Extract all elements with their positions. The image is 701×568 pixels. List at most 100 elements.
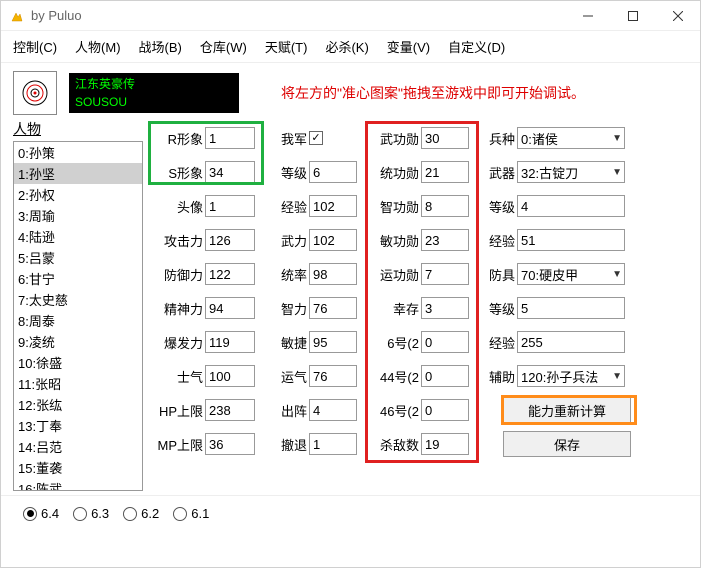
my-army-label: 我军	[267, 129, 307, 148]
list-item[interactable]: 4:陆逊	[14, 226, 142, 247]
main-area: 人物 0:孙策1:孙坚2:孙权3:周瑜4:陆逊5:吕蒙6:甘宁7:太史慈8:周泰…	[1, 119, 700, 495]
list-item[interactable]: 16:陈武	[14, 478, 142, 491]
sortie-input[interactable]	[309, 399, 357, 421]
menu-talent[interactable]: 天赋(T)	[265, 37, 308, 56]
crosshair-target[interactable]	[13, 71, 57, 115]
my-army-checkbox[interactable]: ✓	[309, 131, 323, 145]
list-item[interactable]: 7:太史慈	[14, 289, 142, 310]
list-item[interactable]: 2:孙权	[14, 184, 142, 205]
list-item[interactable]: 1:孙坚	[14, 163, 142, 184]
armor-label: 防具	[479, 265, 515, 284]
level-input[interactable]	[309, 161, 357, 183]
intel-label: 智力	[267, 299, 307, 318]
app-icon	[9, 8, 25, 24]
maximize-button[interactable]	[610, 1, 655, 31]
list-item[interactable]: 15:董袭	[14, 457, 142, 478]
survive-input[interactable]	[421, 297, 469, 319]
slot44-label: 44号(2	[367, 367, 419, 386]
level-label: 等级	[267, 163, 307, 182]
zhi-merit-label: 智功勋	[367, 197, 419, 216]
luck-input[interactable]	[309, 365, 357, 387]
kills-input[interactable]	[421, 433, 469, 455]
menu-character[interactable]: 人物(M)	[75, 37, 121, 56]
mp-max-input[interactable]	[205, 433, 255, 455]
list-item[interactable]: 3:周瑜	[14, 205, 142, 226]
tong-merit-input[interactable]	[421, 161, 469, 183]
hp-max-input[interactable]	[205, 399, 255, 421]
window-title: by Puluo	[31, 8, 565, 23]
armor-exp-input[interactable]	[517, 331, 625, 353]
defense-label: 防御力	[151, 265, 203, 284]
min-merit-input[interactable]	[421, 229, 469, 251]
game-info-panel: 江东英豪传 SOUSOU	[69, 73, 239, 113]
wu-merit-label: 武功勋	[367, 129, 419, 148]
radio-6-1[interactable]: 6.1	[173, 506, 209, 521]
r-image-input[interactable]	[205, 127, 255, 149]
armor-select[interactable]: 70:硬皮甲▼	[517, 263, 625, 285]
assist-select[interactable]: 120:孙子兵法▼	[517, 365, 625, 387]
slot6-input[interactable]	[421, 331, 469, 353]
radio-6-3[interactable]: 6.3	[73, 506, 109, 521]
portrait-input[interactable]	[205, 195, 255, 217]
exp-input[interactable]	[309, 195, 357, 217]
troop-select[interactable]: 0:诸侯▼	[517, 127, 625, 149]
list-item[interactable]: 8:周泰	[14, 310, 142, 331]
agility-input[interactable]	[309, 331, 357, 353]
save-button[interactable]: 保存	[503, 431, 631, 457]
list-item[interactable]: 14:吕范	[14, 436, 142, 457]
armor-level-input[interactable]	[517, 297, 625, 319]
menu-battlefield[interactable]: 战场(B)	[139, 37, 182, 56]
slot46-input[interactable]	[421, 399, 469, 421]
minimize-button[interactable]	[565, 1, 610, 31]
menu-variable[interactable]: 变量(V)	[387, 37, 430, 56]
close-button[interactable]	[655, 1, 700, 31]
list-item[interactable]: 10:徐盛	[14, 352, 142, 373]
yun-merit-input[interactable]	[421, 263, 469, 285]
recalc-button[interactable]: 能力重新计算	[503, 397, 631, 423]
exp-label: 经验	[267, 197, 307, 216]
weapon-exp-input[interactable]	[517, 229, 625, 251]
defense-input[interactable]	[205, 263, 255, 285]
menu-warehouse[interactable]: 仓库(W)	[200, 37, 247, 56]
intel-input[interactable]	[309, 297, 357, 319]
people-listbox[interactable]: 0:孙策1:孙坚2:孙权3:周瑜4:陆逊5:吕蒙6:甘宁7:太史慈8:周泰9:凌…	[13, 141, 143, 491]
morale-input[interactable]	[205, 365, 255, 387]
radio-6-2[interactable]: 6.2	[123, 506, 159, 521]
list-item[interactable]: 13:丁奉	[14, 415, 142, 436]
slot6-label: 6号(2	[367, 333, 419, 352]
hp-max-label: HP上限	[151, 401, 203, 420]
sortie-label: 出阵	[267, 401, 307, 420]
attack-input[interactable]	[205, 229, 255, 251]
burst-label: 爆发力	[151, 333, 203, 352]
list-item[interactable]: 0:孙策	[14, 142, 142, 163]
tong-merit-label: 统功勋	[367, 163, 419, 182]
zhi-merit-input[interactable]	[421, 195, 469, 217]
command-input[interactable]	[309, 263, 357, 285]
troop-label: 兵种	[479, 129, 515, 148]
menu-control[interactable]: 控制(C)	[13, 37, 57, 56]
list-item[interactable]: 11:张昭	[14, 373, 142, 394]
luck-label: 运气	[267, 367, 307, 386]
retreat-label: 撤退	[267, 435, 307, 454]
portrait-label: 头像	[151, 197, 203, 216]
command-label: 统率	[267, 265, 307, 284]
weapon-level-input[interactable]	[517, 195, 625, 217]
s-image-input[interactable]	[205, 161, 255, 183]
menu-special[interactable]: 必杀(K)	[325, 37, 368, 56]
chevron-down-icon: ▼	[612, 167, 622, 178]
force-input[interactable]	[309, 229, 357, 251]
list-item[interactable]: 12:张纮	[14, 394, 142, 415]
mp-max-label: MP上限	[151, 435, 203, 454]
list-item[interactable]: 5:吕蒙	[14, 247, 142, 268]
list-item[interactable]: 9:凌统	[14, 331, 142, 352]
retreat-input[interactable]	[309, 433, 357, 455]
burst-input[interactable]	[205, 331, 255, 353]
list-item[interactable]: 6:甘宁	[14, 268, 142, 289]
version-radios: 6.4 6.3 6.2 6.1	[1, 495, 700, 531]
slot44-input[interactable]	[421, 365, 469, 387]
weapon-select[interactable]: 32:古锭刀▼	[517, 161, 625, 183]
menu-custom[interactable]: 自定义(D)	[448, 37, 505, 56]
wu-merit-input[interactable]	[421, 127, 469, 149]
spirit-input[interactable]	[205, 297, 255, 319]
radio-6-4[interactable]: 6.4	[23, 506, 59, 521]
